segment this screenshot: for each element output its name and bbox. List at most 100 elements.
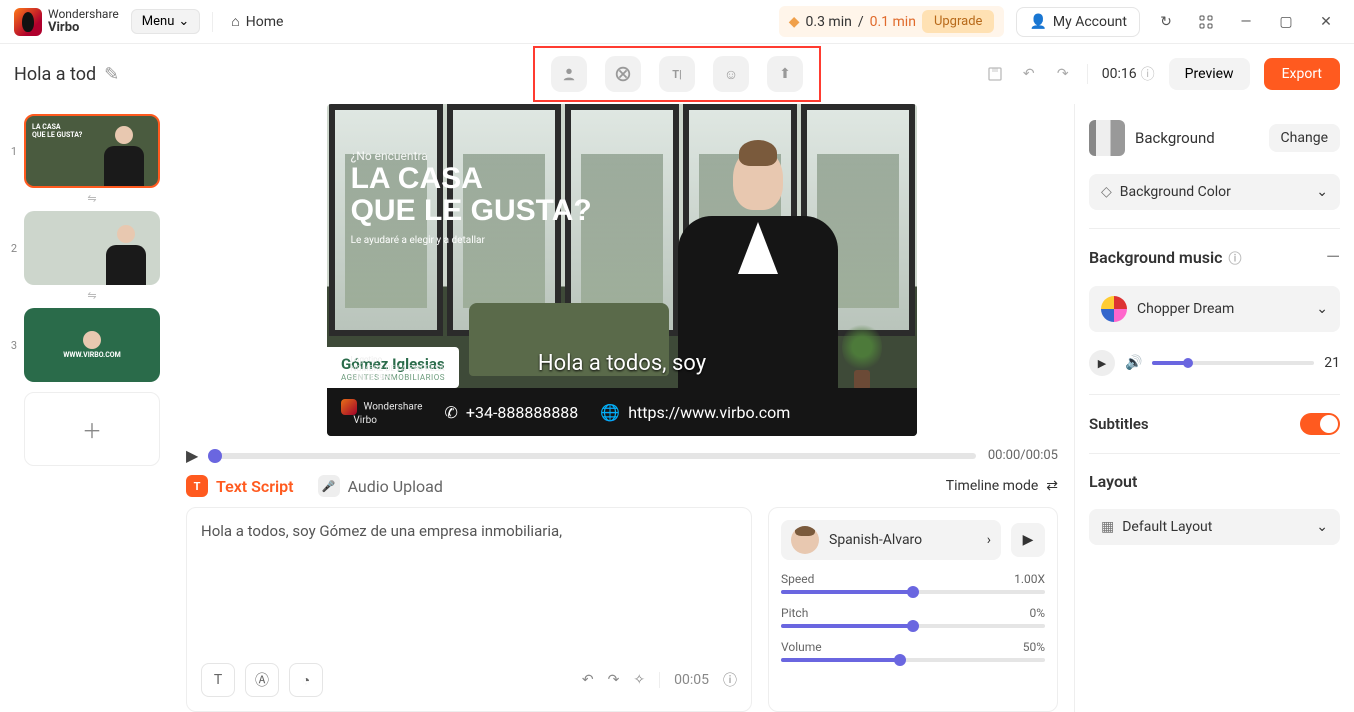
layout-label: Layout [1089, 472, 1137, 491]
layout-select[interactable]: ▦Default Layout ⌄ [1089, 509, 1340, 545]
divider [1087, 64, 1088, 84]
chevron-right-icon: › [987, 532, 991, 548]
voice-name: Spanish-Alvaro [829, 532, 977, 548]
help-icon[interactable]: ⓘ [1141, 64, 1155, 84]
help-icon[interactable]: ⓘ [1228, 248, 1241, 267]
mirror-icon[interactable]: ⇋ [24, 289, 160, 302]
export-button[interactable]: Export [1264, 58, 1340, 90]
credits-sep: / [858, 14, 864, 30]
script-textarea[interactable]: Hola a todos, soy Gómez de una empresa i… [201, 522, 737, 663]
music-art-icon [1101, 296, 1127, 322]
seek-handle[interactable] [208, 449, 222, 463]
slide-thumb-2[interactable] [24, 211, 160, 285]
slide-number: 1 [10, 145, 18, 158]
divider [659, 672, 660, 688]
subtitle-text: Hola a todos, soy [538, 351, 706, 376]
slide-thumb-1[interactable]: LA CASAQUE LE GUSTA? [24, 114, 160, 188]
home-button[interactable]: ⌂ Home [225, 9, 289, 34]
thumb-avatar [100, 126, 148, 186]
user-icon: 👤 [1029, 14, 1046, 30]
avatar-tool-button[interactable] [551, 56, 587, 92]
upgrade-button[interactable]: Upgrade [922, 10, 994, 33]
voice-play-button[interactable]: ▶ [1011, 523, 1045, 557]
pitch-slider[interactable] [781, 624, 1045, 628]
help-icon[interactable]: ⓘ [723, 670, 737, 690]
layout-icon: ▦ [1101, 519, 1114, 535]
refresh-button[interactable]: ↻ [1152, 8, 1180, 36]
translate-icon: Ⓐ [255, 670, 269, 690]
project-title-text: Hola a tod [14, 64, 96, 85]
menu-button[interactable]: Menu ⌄ [131, 9, 201, 34]
template-tool-button[interactable] [605, 56, 641, 92]
paint-icon: ◇ [1101, 184, 1112, 200]
speaker-icon[interactable]: 🔊 [1125, 355, 1142, 371]
translate-button[interactable]: Ⓐ [245, 663, 279, 697]
upload-tool-button[interactable]: ⬆ [767, 56, 803, 92]
speed-slider[interactable] [781, 590, 1045, 594]
slide-item[interactable]: 1 LA CASAQUE LE GUSTA? [10, 114, 160, 188]
music-select[interactable]: Chopper Dream ⌄ [1089, 286, 1340, 332]
layout-header: Layout [1089, 472, 1340, 491]
apps-button[interactable] [1192, 8, 1220, 36]
sticker-tool-button[interactable]: ☺ [713, 56, 749, 92]
mirror-icon[interactable]: ⇋ [24, 192, 160, 205]
wand-icon[interactable]: ✧ [633, 672, 645, 688]
play-button[interactable]: ▶ [186, 446, 198, 465]
collapse-button[interactable]: — [1326, 247, 1340, 268]
change-bg-button[interactable]: Change [1269, 124, 1340, 152]
brand-sub: Wondershare [48, 7, 119, 21]
redo-button[interactable]: ↷ [1053, 66, 1073, 82]
insert-text-button[interactable]: T [201, 663, 235, 697]
logo-label: Logotipo [351, 355, 445, 364]
preview-button[interactable]: Preview [1169, 58, 1250, 90]
credits-total: 0.3 min [806, 14, 852, 30]
voice-select-row: Spanish-Alvaro › ▶ [781, 520, 1045, 560]
clock-icon: ◔ [302, 672, 310, 689]
tab-text-script[interactable]: T Text Script [186, 475, 294, 497]
preview-canvas[interactable]: ¿No encuentra LA CASA QUE LE GUSTA? Le a… [327, 104, 917, 436]
url-item: 🌐 https://www.virbo.com [600, 403, 790, 422]
save-button[interactable] [985, 66, 1005, 82]
maximize-button[interactable]: ▢ [1272, 8, 1300, 36]
project-title[interactable]: Hola a tod ✎ [14, 64, 119, 85]
music-volume-slider[interactable] [1152, 361, 1314, 365]
edit-title-icon[interactable]: ✎ [104, 64, 119, 85]
pause-button[interactable]: ◔ [289, 663, 323, 697]
timeline-mode-toggle[interactable]: Timeline mode ⇄ [946, 478, 1058, 494]
phone-icon: ✆ [444, 403, 457, 422]
voice-selector[interactable]: Spanish-Alvaro › [781, 520, 1001, 560]
bottom-logo: Wondershare Virbo [341, 399, 422, 426]
text-icon: T| [672, 68, 682, 81]
account-button[interactable]: 👤 My Account [1016, 7, 1140, 37]
menu-label: Menu [142, 14, 175, 29]
seek-bar[interactable] [210, 453, 976, 459]
phone-item: ✆ +34-888888888 [444, 403, 578, 422]
properties-panel: Background Change ◇Background Color ⌄ Ba… [1074, 104, 1354, 712]
logo-mark-icon [341, 399, 357, 415]
headline-2: QUE LE GUSTA? [351, 195, 592, 227]
script-box: Hola a todos, soy Gómez de una empresa i… [186, 507, 752, 712]
slide-thumb-3[interactable]: WWW.VIRBO.COM [24, 308, 160, 382]
slide-item[interactable]: 2 [10, 211, 160, 285]
music-play-button[interactable]: ▶ [1089, 350, 1115, 376]
subtitles-toggle[interactable] [1300, 413, 1340, 435]
swap-icon: ⇄ [1046, 478, 1058, 494]
tab-audio-upload[interactable]: 🎤 Audio Upload [318, 475, 443, 497]
globe-icon: 🌐 [600, 403, 620, 422]
minimize-button[interactable]: — [1232, 8, 1260, 36]
headline-overlay[interactable]: ¿No encuentra LA CASA QUE LE GUSTA? Le a… [351, 150, 592, 246]
slide-item[interactable]: 3 WWW.VIRBO.COM [10, 308, 160, 382]
undo-button[interactable]: ↶ [1019, 66, 1039, 82]
bg-color-select[interactable]: ◇Background Color ⌄ [1089, 174, 1340, 210]
thumb3-url: WWW.VIRBO.COM [63, 351, 121, 359]
add-slide-button[interactable]: ＋ [24, 392, 160, 466]
url-text: https://www.virbo.com [628, 403, 790, 422]
script-undo[interactable]: ↶ [582, 672, 594, 688]
divider [1089, 394, 1340, 395]
close-button[interactable]: ✕ [1312, 8, 1340, 36]
script-redo[interactable]: ↷ [608, 672, 620, 688]
text-tool-button[interactable]: T| [659, 56, 695, 92]
phone-text: +34-888888888 [466, 403, 578, 422]
duration-label: 00:16 ⓘ [1102, 64, 1155, 84]
volume-slider[interactable] [781, 658, 1045, 662]
